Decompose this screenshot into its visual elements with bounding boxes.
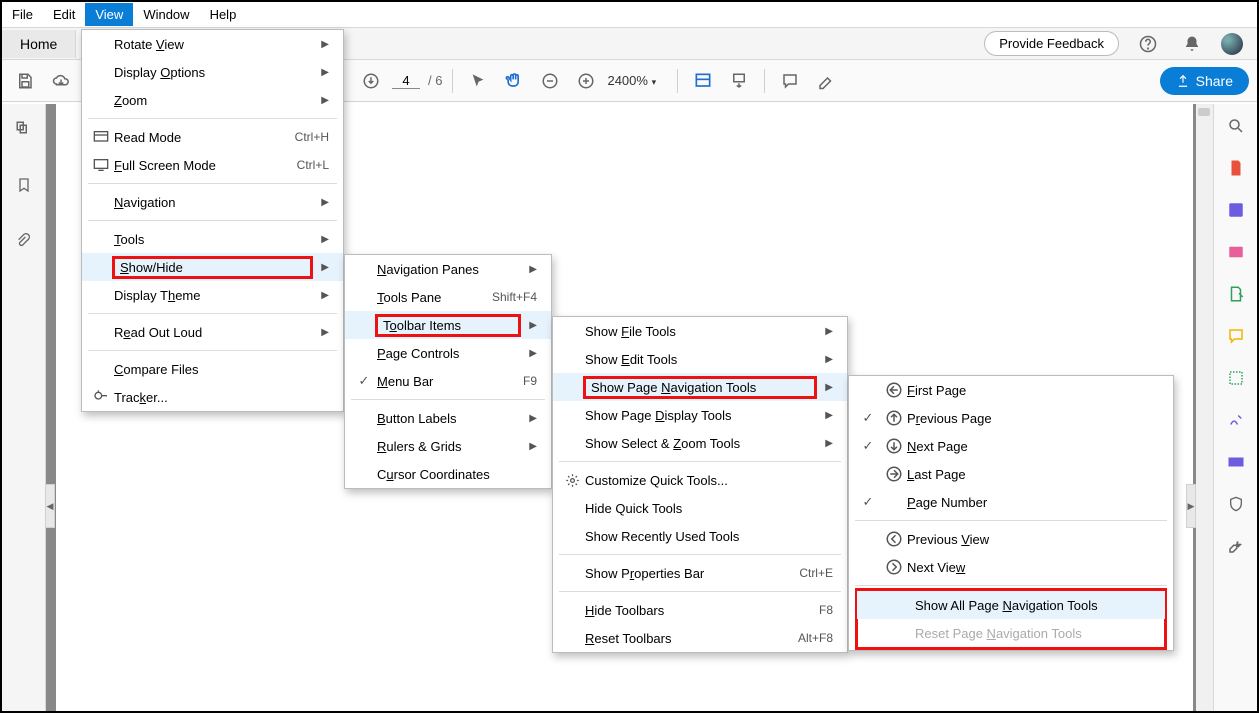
- mi-show-page-display[interactable]: Show Page Display Tools▶: [553, 401, 847, 429]
- zoom-value[interactable]: 2400% ▾: [607, 73, 667, 88]
- left-collapse-tab[interactable]: ◀: [45, 484, 55, 528]
- mi-tracker[interactable]: Tracker...: [82, 383, 343, 411]
- highlight-icon[interactable]: [811, 66, 841, 96]
- menu-help[interactable]: Help: [200, 3, 247, 26]
- mi-tools[interactable]: Tools▶: [82, 225, 343, 253]
- menu-window[interactable]: Window: [133, 3, 199, 26]
- right-collapse-tab[interactable]: ▶: [1186, 484, 1196, 528]
- menu-edit[interactable]: Edit: [43, 3, 85, 26]
- mi-display-theme[interactable]: Display Theme▶: [82, 281, 343, 309]
- menu-view[interactable]: View: [85, 3, 133, 26]
- mi-hide-toolbars[interactable]: Hide ToolbarsF8: [553, 596, 847, 624]
- view-menu: Rotate View▶ Display Options▶ Zoom▶ Read…: [81, 29, 344, 412]
- cursor-icon[interactable]: [463, 66, 493, 96]
- mi-navigation-panes[interactable]: Navigation Panes▶: [345, 255, 551, 283]
- help-icon[interactable]: [1133, 29, 1163, 59]
- mi-reset-nav-tools[interactable]: Reset Page Navigation Tools: [857, 619, 1165, 647]
- toolbar-items-menu: Show File Tools▶ Show Edit Tools▶ Show P…: [552, 316, 848, 653]
- mi-show-file-tools[interactable]: Show File Tools▶: [553, 317, 847, 345]
- mi-hide-quick[interactable]: Hide Quick Tools: [553, 494, 847, 522]
- menu-file[interactable]: File: [2, 3, 43, 26]
- scrollbar[interactable]: [1196, 104, 1213, 711]
- download-icon[interactable]: [356, 66, 386, 96]
- attachment-icon[interactable]: [9, 226, 39, 256]
- bell-icon[interactable]: [1177, 29, 1207, 59]
- mi-rulers-grids[interactable]: Rulers & Grids▶: [345, 432, 551, 460]
- mi-next-page[interactable]: ✓Next Page: [849, 432, 1173, 460]
- mi-full-screen[interactable]: Full Screen ModeCtrl+L: [82, 151, 343, 179]
- hand-icon[interactable]: [499, 66, 529, 96]
- mi-page-controls[interactable]: Page Controls▶: [345, 339, 551, 367]
- mi-rotate-view[interactable]: Rotate View▶: [82, 30, 343, 58]
- bookmark-icon[interactable]: [9, 170, 39, 200]
- left-rail: [2, 104, 46, 711]
- page-display-icon[interactable]: [724, 66, 754, 96]
- mi-show-hide[interactable]: Show/Hide▶: [82, 253, 343, 281]
- fill-sign-icon[interactable]: [1224, 408, 1248, 432]
- provide-feedback-button[interactable]: Provide Feedback: [984, 31, 1119, 56]
- mi-tools-pane[interactable]: Tools PaneShift+F4: [345, 283, 551, 311]
- organize-icon[interactable]: [1224, 282, 1248, 306]
- redact-icon[interactable]: [1224, 450, 1248, 474]
- mi-show-page-nav[interactable]: Show Page Navigation Tools▶: [553, 373, 847, 401]
- mi-compare[interactable]: Compare Files: [82, 355, 343, 383]
- combine-icon[interactable]: [1224, 366, 1248, 390]
- mi-properties-bar[interactable]: Show Properties BarCtrl+E: [553, 559, 847, 587]
- mi-customize-quick[interactable]: Customize Quick Tools...: [553, 466, 847, 494]
- avatar[interactable]: [1221, 33, 1243, 55]
- zoom-in-icon[interactable]: [571, 66, 601, 96]
- mi-reset-toolbars[interactable]: Reset ToolbarsAlt+F8: [553, 624, 847, 652]
- edit-pdf-icon[interactable]: [1224, 198, 1248, 222]
- page-total: / 6: [428, 73, 442, 88]
- zoom-out-icon[interactable]: [535, 66, 565, 96]
- page-nav-menu: First Page ✓Previous Page ✓Next Page Las…: [848, 375, 1174, 651]
- mi-show-recent[interactable]: Show Recently Used Tools: [553, 522, 847, 550]
- cloud-icon[interactable]: [46, 66, 76, 96]
- mi-display-options[interactable]: Display Options▶: [82, 58, 343, 86]
- create-pdf-icon[interactable]: [1224, 240, 1248, 264]
- show-hide-menu: Navigation Panes▶ Tools PaneShift+F4 Too…: [344, 254, 552, 489]
- menubar: File Edit View Window Help: [2, 2, 1257, 28]
- share-button[interactable]: Share: [1160, 67, 1249, 95]
- mi-first-page[interactable]: First Page: [849, 376, 1173, 404]
- mi-button-labels[interactable]: Button Labels▶: [345, 404, 551, 432]
- mi-toolbar-items[interactable]: Toolbar Items▶: [345, 311, 551, 339]
- protect-icon[interactable]: [1224, 492, 1248, 516]
- mi-navigation[interactable]: Navigation▶: [82, 188, 343, 216]
- mi-page-number[interactable]: ✓Page Number: [849, 488, 1173, 516]
- comment-tool-icon[interactable]: [1224, 324, 1248, 348]
- mi-previous-view[interactable]: Previous View: [849, 525, 1173, 553]
- mi-cursor-coords[interactable]: Cursor Coordinates: [345, 460, 551, 488]
- right-rail: [1213, 104, 1257, 711]
- mi-show-all-nav-tools[interactable]: Show All Page Navigation Tools: [857, 591, 1165, 619]
- mi-last-page[interactable]: Last Page: [849, 460, 1173, 488]
- page-number-input[interactable]: [392, 73, 420, 89]
- mi-show-select-zoom[interactable]: Show Select & Zoom Tools▶: [553, 429, 847, 457]
- export-pdf-icon[interactable]: [1224, 156, 1248, 180]
- search-icon[interactable]: [1224, 114, 1248, 138]
- mi-read-out-loud[interactable]: Read Out Loud▶: [82, 318, 343, 346]
- fit-width-icon[interactable]: [688, 66, 718, 96]
- mi-next-view[interactable]: Next View: [849, 553, 1173, 581]
- save-icon[interactable]: [10, 66, 40, 96]
- mi-previous-page[interactable]: ✓Previous Page: [849, 404, 1173, 432]
- comment-icon[interactable]: [775, 66, 805, 96]
- tab-home[interactable]: Home: [2, 30, 76, 58]
- thumbnails-icon[interactable]: [9, 114, 39, 144]
- more-tools-icon[interactable]: [1224, 534, 1248, 558]
- mi-show-edit-tools[interactable]: Show Edit Tools▶: [553, 345, 847, 373]
- mi-menu-bar[interactable]: ✓Menu BarF9: [345, 367, 551, 395]
- mi-read-mode[interactable]: Read ModeCtrl+H: [82, 123, 343, 151]
- mi-zoom[interactable]: Zoom▶: [82, 86, 343, 114]
